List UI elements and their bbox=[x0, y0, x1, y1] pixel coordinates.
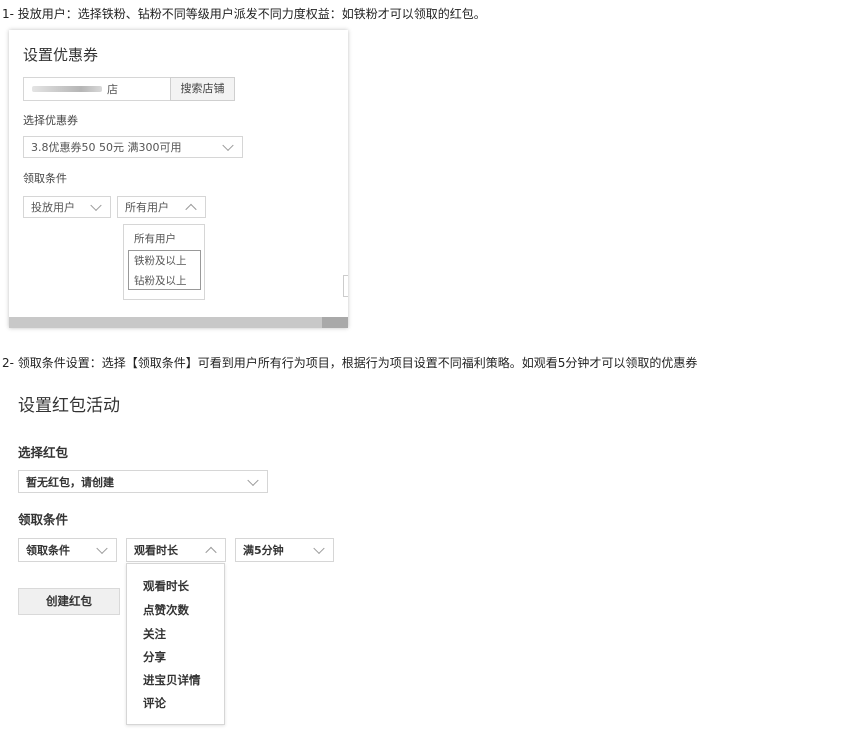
option-share[interactable]: 分享 bbox=[143, 649, 166, 665]
coupon-select[interactable]: 3.8优惠券50 50元 满300可用 bbox=[23, 136, 243, 158]
option-iron-fans[interactable]: 铁粉及以上 bbox=[134, 253, 187, 268]
user-level-dropdown: 所有用户 铁粉及以上 钻粉及以上 bbox=[123, 224, 205, 300]
option-diamond-fans[interactable]: 钻粉及以上 bbox=[134, 273, 187, 288]
coupon-settings-panel: 设置优惠券 店 搜索店铺 选择优惠券 3.8优惠券50 50元 满300可用 领… bbox=[9, 30, 348, 328]
step2-description: 2- 领取条件设置：选择【领取条件】可看到用户所有行为项目，根据行为项目设置不同… bbox=[2, 356, 698, 370]
chevron-down-icon bbox=[247, 474, 259, 486]
chevron-down-icon bbox=[90, 199, 102, 212]
threshold-select-value: 满5分钟 bbox=[243, 544, 284, 557]
user-level-value: 所有用户 bbox=[125, 201, 169, 214]
condition-select[interactable]: 领取条件 bbox=[18, 538, 117, 562]
behavior-dropdown: 观看时长 点赞次数 关注 分享 进宝贝详情 评论 bbox=[126, 563, 225, 725]
blurred-store-name bbox=[32, 86, 102, 92]
horizontal-scrollbar[interactable] bbox=[9, 317, 348, 328]
store-search-input[interactable]: 店 bbox=[23, 77, 171, 101]
redpacket-panel-title: 设置红包活动 bbox=[18, 396, 120, 416]
redpacket-select-label: 选择红包 bbox=[18, 445, 69, 460]
create-redpacket-button[interactable]: 创建红包 bbox=[18, 588, 120, 615]
chevron-up-icon bbox=[205, 546, 217, 559]
chevron-down-icon bbox=[313, 542, 325, 555]
chevron-down-icon bbox=[222, 139, 234, 152]
coupon-select-value: 3.8优惠券50 50元 满300可用 bbox=[31, 141, 182, 154]
chevron-down-icon bbox=[96, 542, 108, 555]
redpacket-select[interactable]: 暂无红包，请创建 bbox=[18, 470, 268, 493]
option-follow[interactable]: 关注 bbox=[143, 626, 166, 642]
condition-select-value: 领取条件 bbox=[26, 544, 70, 557]
redpacket-select-value: 暂无红包，请创建 bbox=[26, 475, 114, 489]
scroll-edge bbox=[343, 275, 348, 297]
chevron-up-icon bbox=[185, 203, 197, 216]
user-level-select[interactable]: 所有用户 bbox=[117, 196, 206, 218]
step1-description: 1- 投放用户：选择铁粉、钻粉不同等级用户派发不同力度权益：如铁粉才可以领取的红… bbox=[2, 7, 486, 21]
condition-type-select[interactable]: 投放用户 bbox=[23, 196, 111, 218]
condition-label: 领取条件 bbox=[18, 512, 69, 527]
coupon-select-label: 选择优惠券 bbox=[23, 114, 78, 127]
condition-type-value: 投放用户 bbox=[31, 201, 75, 214]
behavior-select[interactable]: 观看时长 bbox=[126, 538, 226, 562]
search-store-button[interactable]: 搜索店铺 bbox=[170, 77, 235, 101]
condition-label: 领取条件 bbox=[23, 172, 67, 185]
option-watch-duration[interactable]: 观看时长 bbox=[143, 578, 189, 594]
option-product-detail[interactable]: 进宝贝详情 bbox=[143, 672, 201, 688]
option-comment[interactable]: 评论 bbox=[143, 695, 166, 711]
behavior-select-value: 观看时长 bbox=[134, 544, 178, 557]
option-all-users[interactable]: 所有用户 bbox=[134, 231, 176, 246]
store-input-value: 店 bbox=[107, 83, 118, 96]
threshold-select[interactable]: 满5分钟 bbox=[235, 538, 334, 562]
scrollbar-thumb[interactable] bbox=[322, 317, 348, 328]
coupon-panel-title: 设置优惠券 bbox=[23, 46, 99, 64]
option-like-count[interactable]: 点赞次数 bbox=[143, 602, 189, 618]
